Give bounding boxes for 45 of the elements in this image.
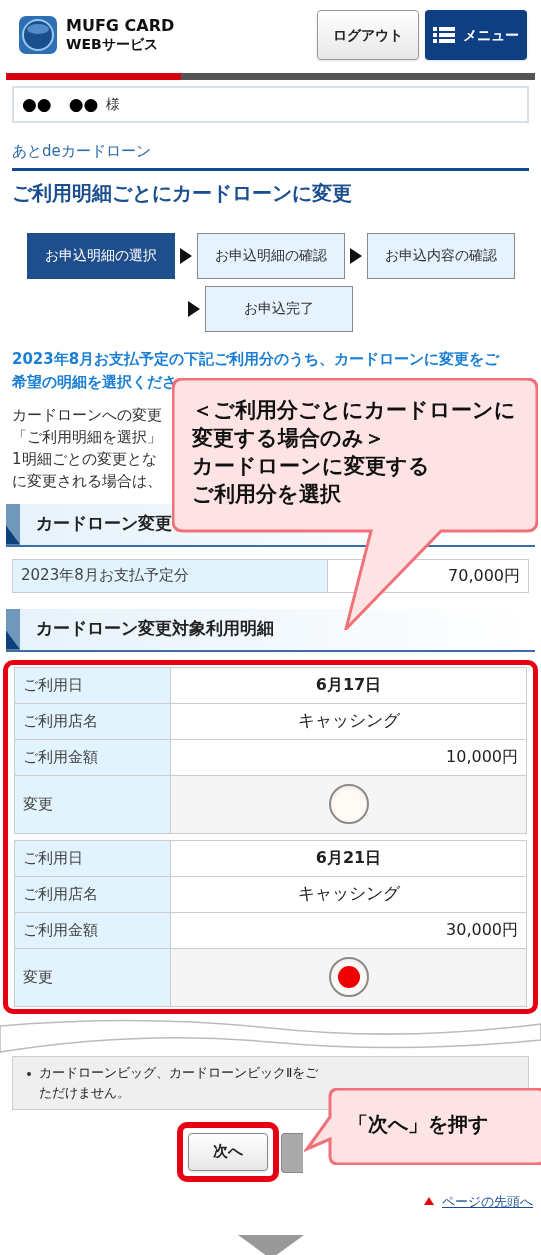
table-cell-text: 6月17日	[314, 674, 383, 696]
logo-text: MUFG CARD WEBサービス	[66, 17, 175, 53]
honorific: 様	[106, 95, 121, 114]
table-header-cell: ご利用日	[15, 667, 171, 703]
bullet-icon	[27, 1071, 31, 1076]
table-cell-text: キャッシング	[296, 709, 401, 733]
step-box: お申込内容の確認	[366, 232, 515, 279]
menu-icon	[433, 27, 455, 43]
table-header-cell: 変更	[15, 948, 171, 1006]
body-text: カードローンへの変更 「ご利用明細を選択」 1明細ごとの変更とな に変更される場合は、	[12, 404, 162, 492]
logout-button[interactable]: ログアウト	[317, 10, 419, 60]
table-header-cell: ご利用店名	[15, 876, 171, 912]
table-cell-text: 70,000円	[447, 564, 521, 587]
step-arrow-icon	[188, 300, 200, 317]
menu-button[interactable]: メニュー	[425, 10, 527, 60]
step-box: お申込明細の選択	[26, 232, 175, 279]
section-header: カードローン変更対象利用明細	[6, 608, 535, 652]
table-header-cell: 変更	[15, 775, 171, 833]
next-button[interactable]: 次へ	[188, 1132, 268, 1171]
back-button[interactable]	[281, 1132, 303, 1173]
step-arrow-icon	[349, 247, 362, 264]
callout-text: 「次へ」を押す	[348, 1111, 488, 1138]
table-header-cell: 2023年8月お支払予定分	[13, 559, 328, 592]
user-name: ●● ●●	[22, 92, 99, 116]
table-cell-text: 10,000円	[445, 746, 519, 768]
table-cell-text: 6月21日	[314, 847, 383, 869]
step-box: お申込明細の確認	[196, 232, 345, 279]
down-arrow-icon	[237, 1235, 304, 1255]
table-header-cell: ご利用金額	[15, 739, 171, 775]
logo-icon	[18, 15, 58, 55]
up-triangle-icon	[424, 1197, 434, 1206]
note-text: カードローンビッグ、カードローンビックⅡをご ただけません。	[39, 1063, 319, 1102]
step-arrow-icon	[179, 247, 192, 264]
radio-button[interactable]	[328, 957, 369, 997]
table-cell-text: キャッシング	[296, 882, 401, 906]
instruction-text: 2023年8月お支払予定の下記ご利用分のうち、カードローンに変更をご 希望の明細を選択くださ	[12, 348, 500, 393]
page-title: ご利用明細ごとにカードローンに変更	[12, 179, 353, 207]
page-top-link[interactable]: ページの先頭へ	[442, 1191, 533, 1211]
step-box: お申込完了	[205, 285, 353, 332]
table-header-cell: ご利用金額	[15, 912, 171, 948]
table-header-cell: ご利用日	[15, 840, 171, 876]
table-header-cell: ご利用店名	[15, 703, 171, 739]
breadcrumb-link[interactable]: あとdeカードローン	[12, 140, 541, 163]
radio-button[interactable]	[328, 784, 369, 824]
table-cell-text: 30,000円	[445, 919, 519, 941]
